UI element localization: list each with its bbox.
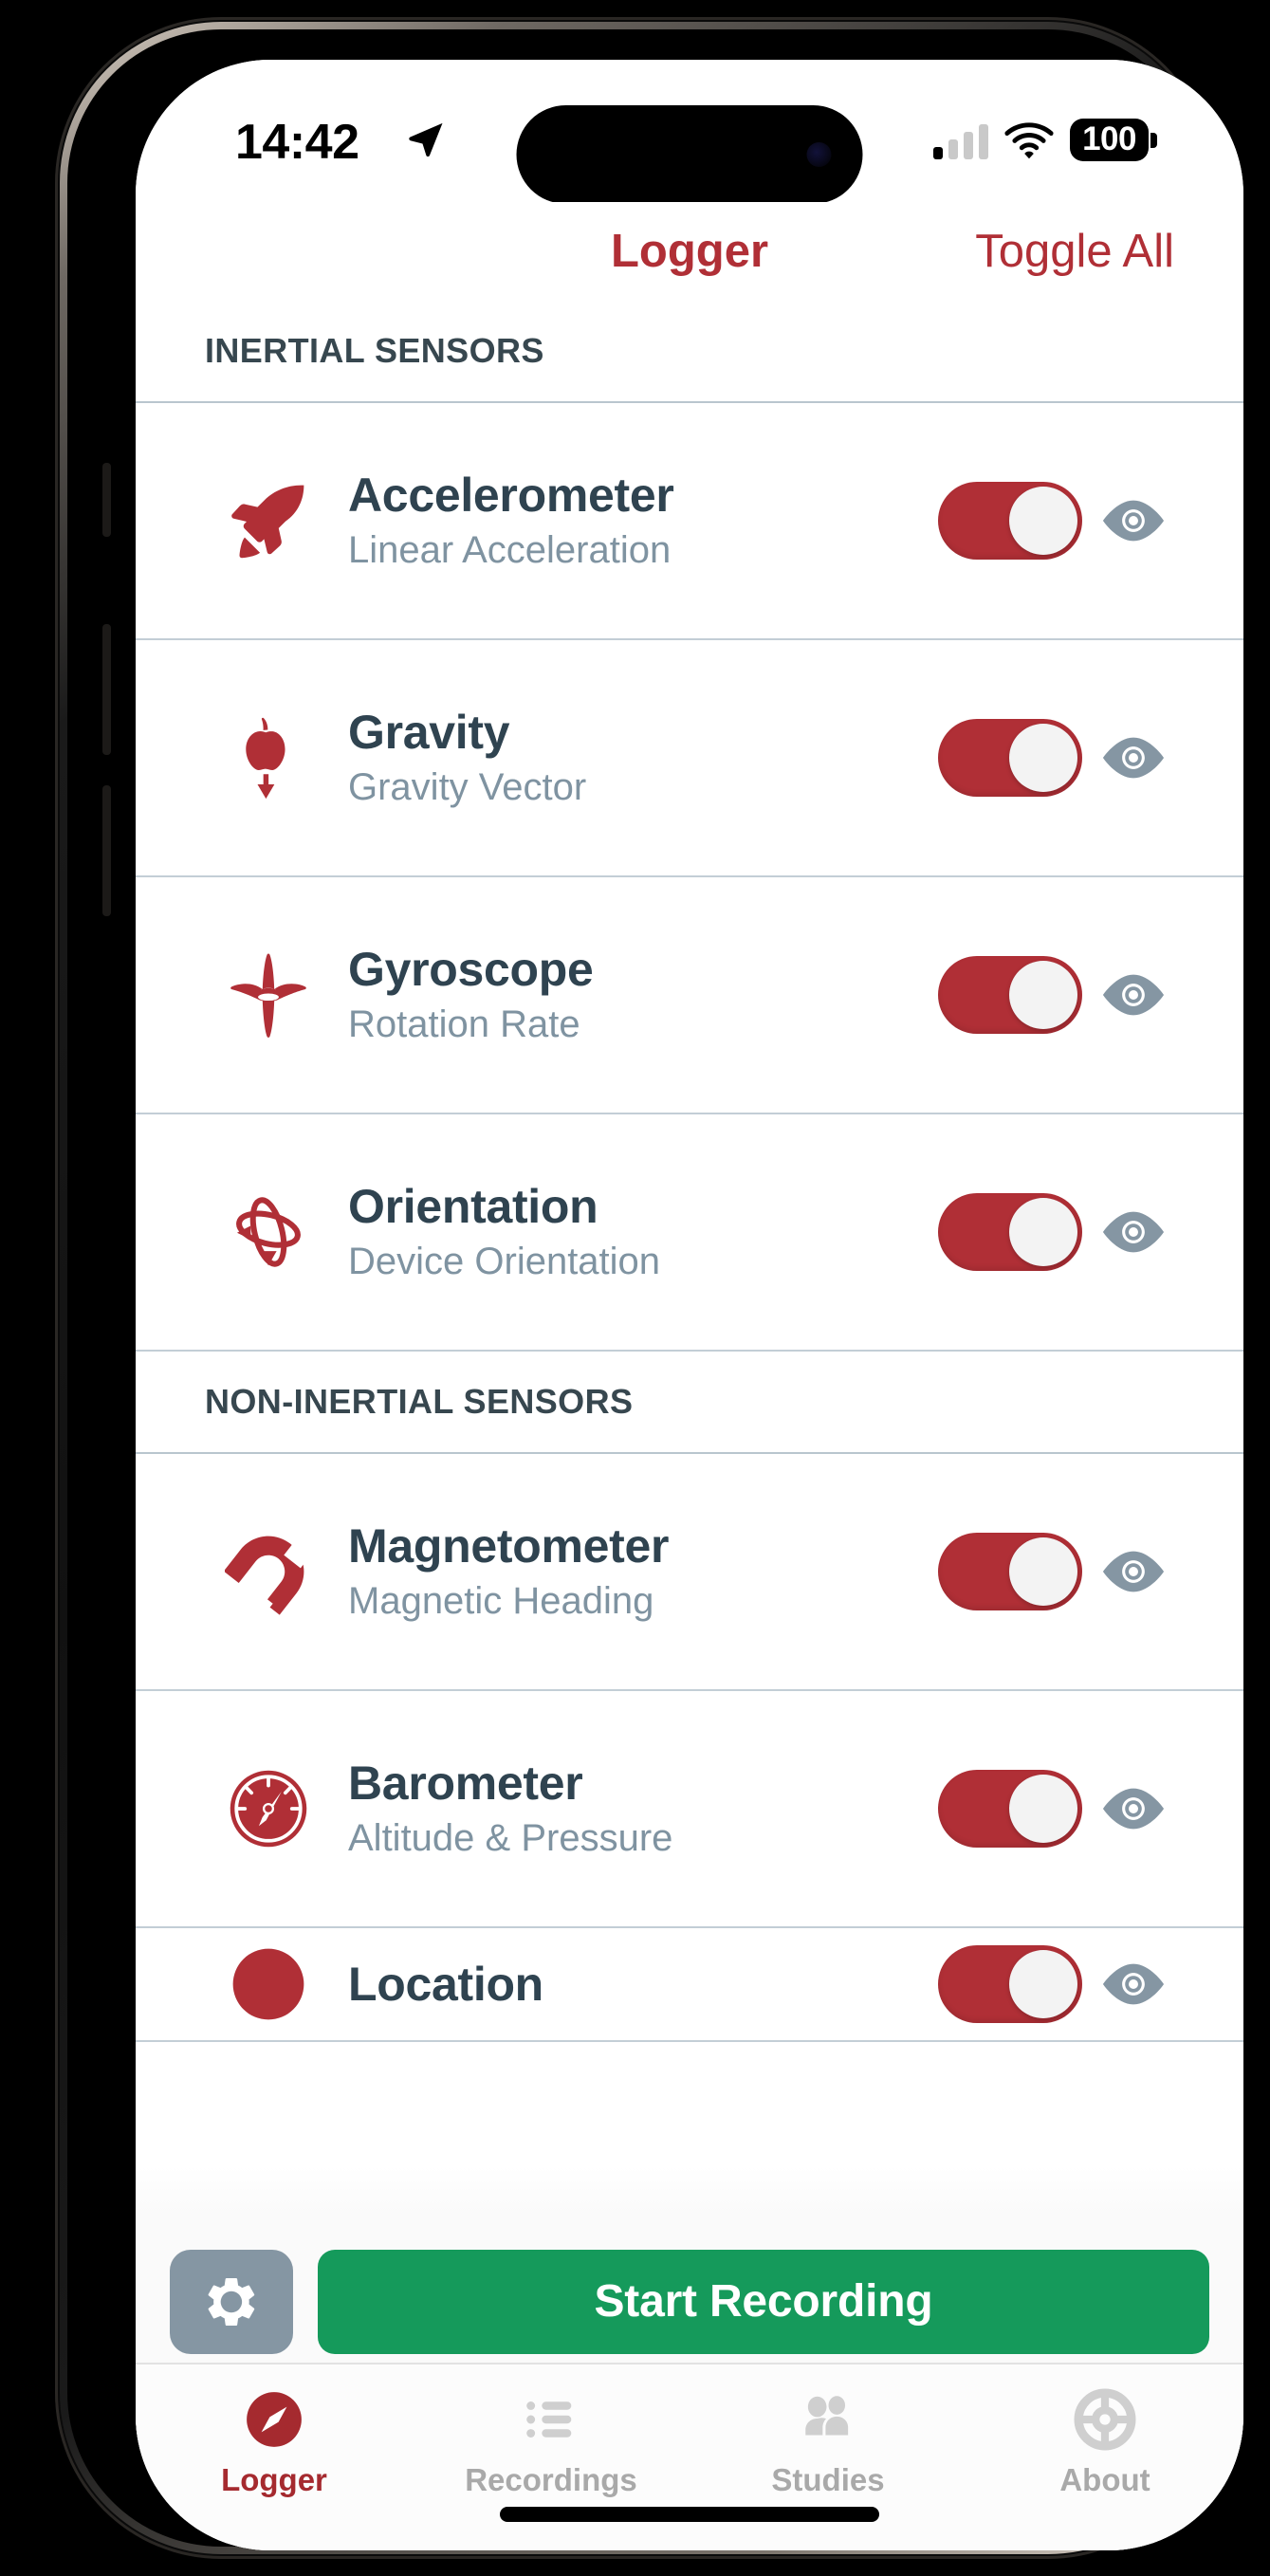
sensor-toggle[interactable] — [938, 482, 1082, 560]
eye-icon[interactable] — [1082, 1786, 1169, 1831]
orbit-icon — [210, 1188, 327, 1276]
sensor-row-partial[interactable]: Location — [136, 1928, 1243, 2042]
toggle-knob — [1009, 1537, 1077, 1606]
tab-logger[interactable]: Logger — [136, 2385, 413, 2498]
phone-screen: 14:42 100 Logger Toggle All INERTIAL SEN… — [136, 60, 1243, 2550]
eye-icon[interactable] — [1082, 972, 1169, 1018]
start-recording-label: Start Recording — [594, 2276, 933, 2327]
sensor-row[interactable]: Gyroscope Rotation Rate — [136, 877, 1243, 1114]
sensor-row[interactable]: Barometer Altitude & Pressure — [136, 1691, 1243, 1928]
rocket-icon — [210, 477, 327, 564]
sensor-toggle[interactable] — [938, 1770, 1082, 1848]
apple-fall-icon — [210, 714, 327, 801]
page-title: Logger — [610, 226, 769, 277]
sensor-subtitle: Rotation Rate — [348, 1003, 580, 1045]
wifi-icon — [1004, 121, 1054, 158]
sensor-row-text: Gyroscope Rotation Rate — [327, 943, 938, 1047]
sensor-title: Gyroscope — [348, 943, 594, 996]
sensor-list[interactable]: INERTIAL SENSORS Accelerometer Linear Acc… — [136, 301, 1243, 2550]
sensor-toggle[interactable] — [938, 719, 1082, 797]
tab-bar: Logger Recordings Studies About — [136, 2364, 1243, 2550]
partial-sensor-title: Location — [348, 1958, 543, 2011]
nav-header: Logger Toggle All — [136, 202, 1243, 301]
volume-down-button[interactable] — [102, 785, 111, 916]
sensor-title: Accelerometer — [348, 469, 674, 522]
toggle-knob — [1009, 1198, 1077, 1266]
phone-frame: 14:42 100 Logger Toggle All INERTIAL SEN… — [55, 17, 1243, 2559]
settings-button[interactable] — [170, 2249, 293, 2354]
battery-icon: 100 — [1070, 119, 1157, 161]
battery-cap — [1150, 132, 1157, 148]
sensor-row[interactable]: Magnetometer Magnetic Heading — [136, 1454, 1243, 1691]
status-indicators: 100 — [933, 119, 1157, 161]
front-camera-icon — [806, 142, 832, 167]
dynamic-island — [516, 105, 863, 204]
partial-sensor-toggle[interactable] — [938, 1945, 1082, 2023]
tab-about[interactable]: About — [966, 2385, 1243, 2498]
toggle-knob — [1009, 1775, 1077, 1843]
gauge-icon — [210, 1765, 327, 1852]
status-time: 14:42 — [235, 115, 359, 170]
home-indicator[interactable] — [500, 2507, 879, 2522]
sensor-row[interactable]: Orientation Device Orientation — [136, 1114, 1243, 1352]
tab-studies[interactable]: Studies — [690, 2385, 966, 2498]
sensor-row-text: Barometer Altitude & Pressure — [327, 1757, 938, 1861]
sensor-subtitle: Magnetic Heading — [348, 1580, 654, 1622]
sensor-subtitle: Altitude & Pressure — [348, 1817, 673, 1859]
toggle-all-button[interactable]: Toggle All — [975, 225, 1174, 278]
sensor-subtitle: Linear Acceleration — [348, 529, 672, 571]
spinning-top-icon — [210, 951, 327, 1039]
sensor-title: Magnetometer — [348, 1519, 670, 1573]
sensor-row-text: Orientation Device Orientation — [327, 1180, 938, 1284]
sensor-title: Barometer — [348, 1757, 583, 1810]
toggle-knob — [1009, 487, 1077, 555]
eye-icon[interactable] — [1082, 1209, 1169, 1255]
eye-icon[interactable] — [1082, 735, 1169, 781]
partial-sensor-icon — [210, 1941, 327, 2028]
battery-level: 100 — [1082, 120, 1136, 157]
life-ring-icon — [1074, 2385, 1136, 2454]
sensor-toggle[interactable] — [938, 1533, 1082, 1610]
sensor-row-text: Accelerometer Linear Acceleration — [327, 469, 938, 573]
compass-icon — [243, 2385, 305, 2454]
tab-recordings[interactable]: Recordings — [413, 2385, 690, 2498]
tab-label: Logger — [221, 2462, 327, 2497]
sensor-title: Gravity — [348, 706, 510, 759]
location-arrow-icon — [409, 122, 443, 157]
sensor-subtitle: Gravity Vector — [348, 766, 587, 808]
people-icon — [797, 2385, 859, 2454]
section-header: INERTIAL SENSORS — [136, 301, 1243, 403]
tab-label: Recordings — [465, 2462, 637, 2497]
toggle-knob — [1009, 961, 1077, 1029]
tab-label: About — [1059, 2462, 1150, 2497]
action-bar: Start Recording — [136, 2240, 1243, 2364]
sensor-row-text: Gravity Gravity Vector — [327, 706, 938, 810]
partial-sensor-text: Location — [327, 1958, 938, 2011]
section-header: NON-INERTIAL SENSORS — [136, 1352, 1243, 1454]
sensor-subtitle: Device Orientation — [348, 1241, 661, 1282]
volume-up-button[interactable] — [102, 624, 111, 755]
gear-icon — [208, 2277, 255, 2326]
tab-label: Studies — [771, 2462, 885, 2497]
eye-icon[interactable] — [1082, 1549, 1169, 1594]
sensor-title: Orientation — [348, 1180, 598, 1233]
sensor-toggle[interactable] — [938, 1193, 1082, 1271]
toggle-knob — [1009, 724, 1077, 792]
partial-eye-icon[interactable] — [1082, 1961, 1169, 2007]
status-bar: 14:42 100 — [136, 60, 1243, 204]
sensor-row-text: Magnetometer Magnetic Heading — [327, 1519, 938, 1624]
magnet-icon — [210, 1528, 327, 1615]
cell-signal-icon — [933, 121, 989, 159]
sensor-row[interactable]: Gravity Gravity Vector — [136, 640, 1243, 877]
silence-switch[interactable] — [102, 463, 111, 537]
eye-icon[interactable] — [1082, 498, 1169, 543]
sensor-row[interactable]: Accelerometer Linear Acceleration — [136, 403, 1243, 640]
sensor-toggle[interactable] — [938, 956, 1082, 1034]
list-icon — [522, 2385, 580, 2454]
start-recording-button[interactable]: Start Recording — [318, 2249, 1209, 2354]
